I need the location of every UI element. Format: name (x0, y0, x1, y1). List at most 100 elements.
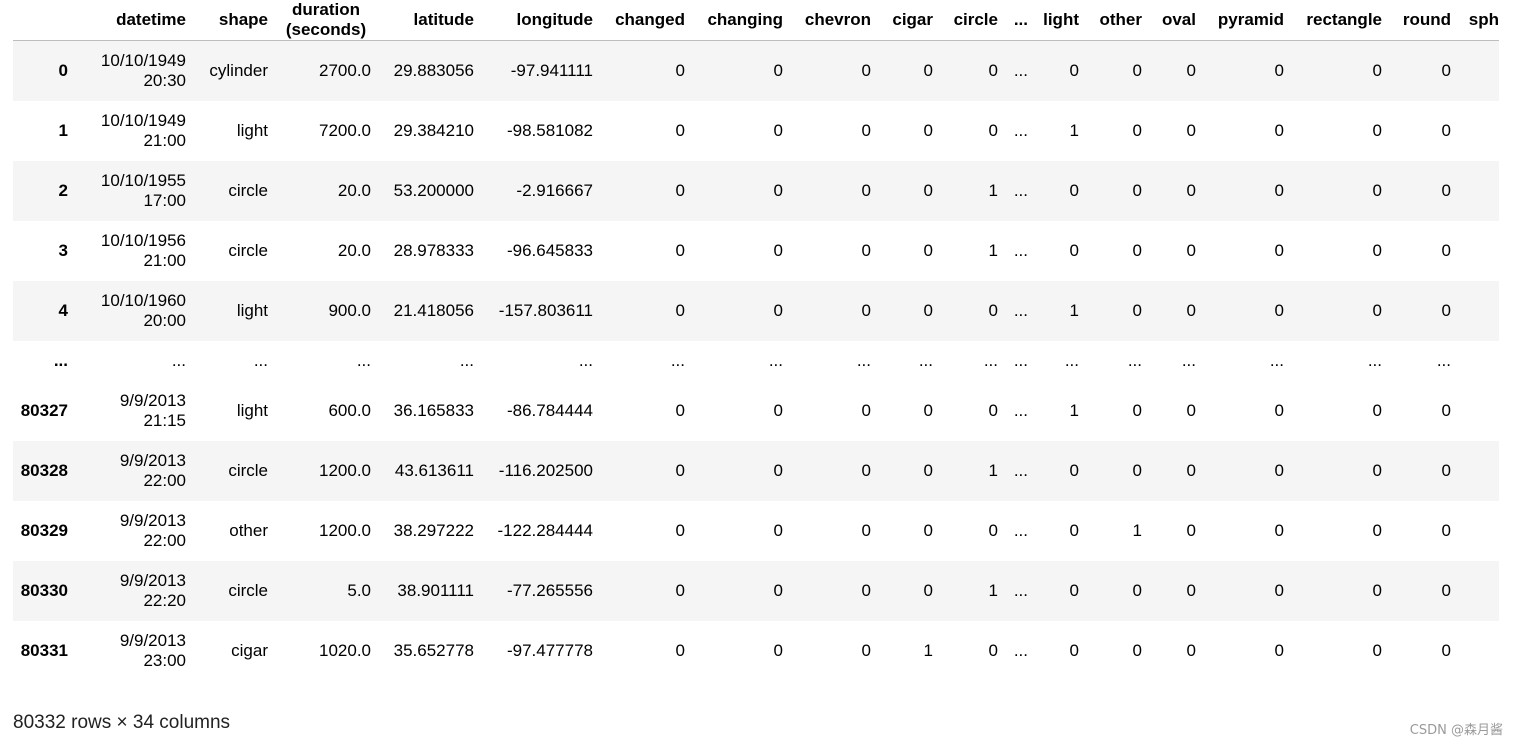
cell-chevron: 0 (861, 240, 871, 260)
cell-other: 0 (1132, 400, 1142, 420)
cell-other: 0 (1132, 640, 1142, 660)
cell-oval: 0 (1186, 240, 1196, 260)
cell-shape: circle (228, 240, 268, 260)
cell-light: ... (1064, 350, 1079, 370)
cell-pyramid: 0 (1274, 60, 1284, 80)
cell-rectangle: 0 (1372, 300, 1382, 320)
cell-duration: 7200.0 (319, 120, 371, 140)
cell-latitude: 43.613611 (394, 460, 474, 480)
column-header-index (13, 0, 76, 41)
cell-round: 0 (1441, 180, 1451, 200)
row-index: 4 (58, 300, 68, 320)
column-header-ellipsis: ... (1013, 10, 1028, 29)
cell-longitude: -96.645833 (506, 240, 593, 260)
cell-ellipsis: ... (1013, 400, 1028, 420)
cell-shape: cigar (231, 640, 268, 660)
column-header-label: duration (seconds) (285, 0, 367, 39)
cell-pyramid: 0 (1274, 400, 1284, 420)
cell-datetime: 9/9/2013 22:00 (76, 501, 186, 561)
cell-changing: 0 (773, 120, 783, 140)
cell-oval: 0 (1186, 460, 1196, 480)
cell-rectangle: 0 (1372, 60, 1382, 80)
cell-pyramid: 0 (1274, 240, 1284, 260)
cell-shape: circle (228, 460, 268, 480)
cell-latitude: 53.200000 (393, 180, 474, 200)
cell-other: 1 (1132, 520, 1142, 540)
cell-pyramid: 0 (1274, 580, 1284, 600)
cell-chevron: 0 (861, 460, 871, 480)
cell-oval: ... (1181, 350, 1196, 370)
cell-shape: light (236, 300, 268, 320)
cell-datetime: 10/10/1949 21:00 (76, 101, 186, 161)
cell-circle: 1 (988, 180, 998, 200)
cell-changed: 0 (675, 460, 685, 480)
cell-sph (1451, 101, 1499, 161)
cell-chevron: 0 (861, 640, 871, 660)
cell-circle: 1 (988, 580, 998, 600)
row-index: 80329 (20, 520, 68, 540)
row-index: 0 (58, 60, 68, 80)
row-index: 80327 (20, 400, 68, 420)
cell-round: 0 (1441, 240, 1451, 260)
cell-oval: 0 (1186, 400, 1196, 420)
cell-latitude: 38.297222 (393, 520, 474, 540)
cell-sph (1451, 281, 1499, 341)
cell-round: 0 (1441, 520, 1451, 540)
cell-changed: 0 (675, 580, 685, 600)
cell-ellipsis: ... (1013, 120, 1028, 140)
cell-datetime: 10/10/1956 21:00 (76, 221, 186, 281)
cell-datetime-text: 9/9/2013 23:00 (119, 630, 186, 670)
column-header-latitude: latitude (413, 10, 474, 29)
cell-circle: 0 (988, 520, 998, 540)
cell-oval: 0 (1186, 580, 1196, 600)
cell-rectangle: 0 (1372, 180, 1382, 200)
cell-pyramid: 0 (1274, 520, 1284, 540)
cell-changing: ... (768, 350, 783, 370)
cell-ellipsis: ... (1013, 300, 1028, 320)
column-header-sph: sph (1468, 10, 1499, 29)
cell-duration: 2700.0 (319, 60, 371, 80)
cell-duration: 20.0 (337, 180, 371, 200)
cell-datetime-text: 9/9/2013 22:00 (119, 510, 186, 550)
column-header-rectangle: rectangle (1306, 10, 1382, 29)
cell-pyramid: ... (1269, 350, 1284, 370)
column-header-cigar: cigar (892, 10, 933, 29)
cell-changing: 0 (773, 640, 783, 660)
cell-changing: 0 (773, 240, 783, 260)
cell-other: 0 (1132, 580, 1142, 600)
cell-light: 0 (1069, 640, 1079, 660)
cell-sph (1451, 621, 1499, 681)
cell-rectangle: 0 (1372, 460, 1382, 480)
cell-shape: light (236, 400, 268, 420)
cell-circle: 0 (988, 300, 998, 320)
cell-shape: cylinder (209, 60, 268, 80)
cell-round: 0 (1441, 60, 1451, 80)
cell-changed: 0 (675, 60, 685, 80)
cell-pyramid: 0 (1274, 180, 1284, 200)
row-index: 2 (58, 180, 68, 200)
cell-oval: 0 (1186, 180, 1196, 200)
cell-changing: 0 (773, 580, 783, 600)
cell-light: 1 (1069, 120, 1079, 140)
cell-rectangle: 0 (1372, 120, 1382, 140)
cell-longitude: -97.477778 (506, 640, 593, 660)
column-header-changing: changing (707, 10, 783, 29)
cell-ellipsis: ... (1013, 520, 1028, 540)
cell-latitude: 36.165833 (393, 400, 474, 420)
cell-round: 0 (1441, 400, 1451, 420)
cell-longitude: -157.803611 (498, 300, 593, 320)
cell-longitude: -86.784444 (506, 400, 593, 420)
cell-cigar: 0 (923, 460, 933, 480)
cell-changing: 0 (773, 60, 783, 80)
cell-longitude: ... (578, 350, 593, 370)
cell-longitude: -77.265556 (506, 580, 593, 600)
column-header-other: other (1099, 10, 1143, 29)
cell-cigar: 0 (923, 120, 933, 140)
row-index: 80330 (20, 580, 68, 600)
row-index: 80328 (20, 460, 68, 480)
cell-changing: 0 (773, 400, 783, 420)
cell-cigar: 0 (923, 300, 933, 320)
cell-cigar: ... (918, 350, 933, 370)
cell-changed: 0 (675, 180, 685, 200)
cell-datetime: 9/9/2013 23:00 (76, 621, 186, 681)
